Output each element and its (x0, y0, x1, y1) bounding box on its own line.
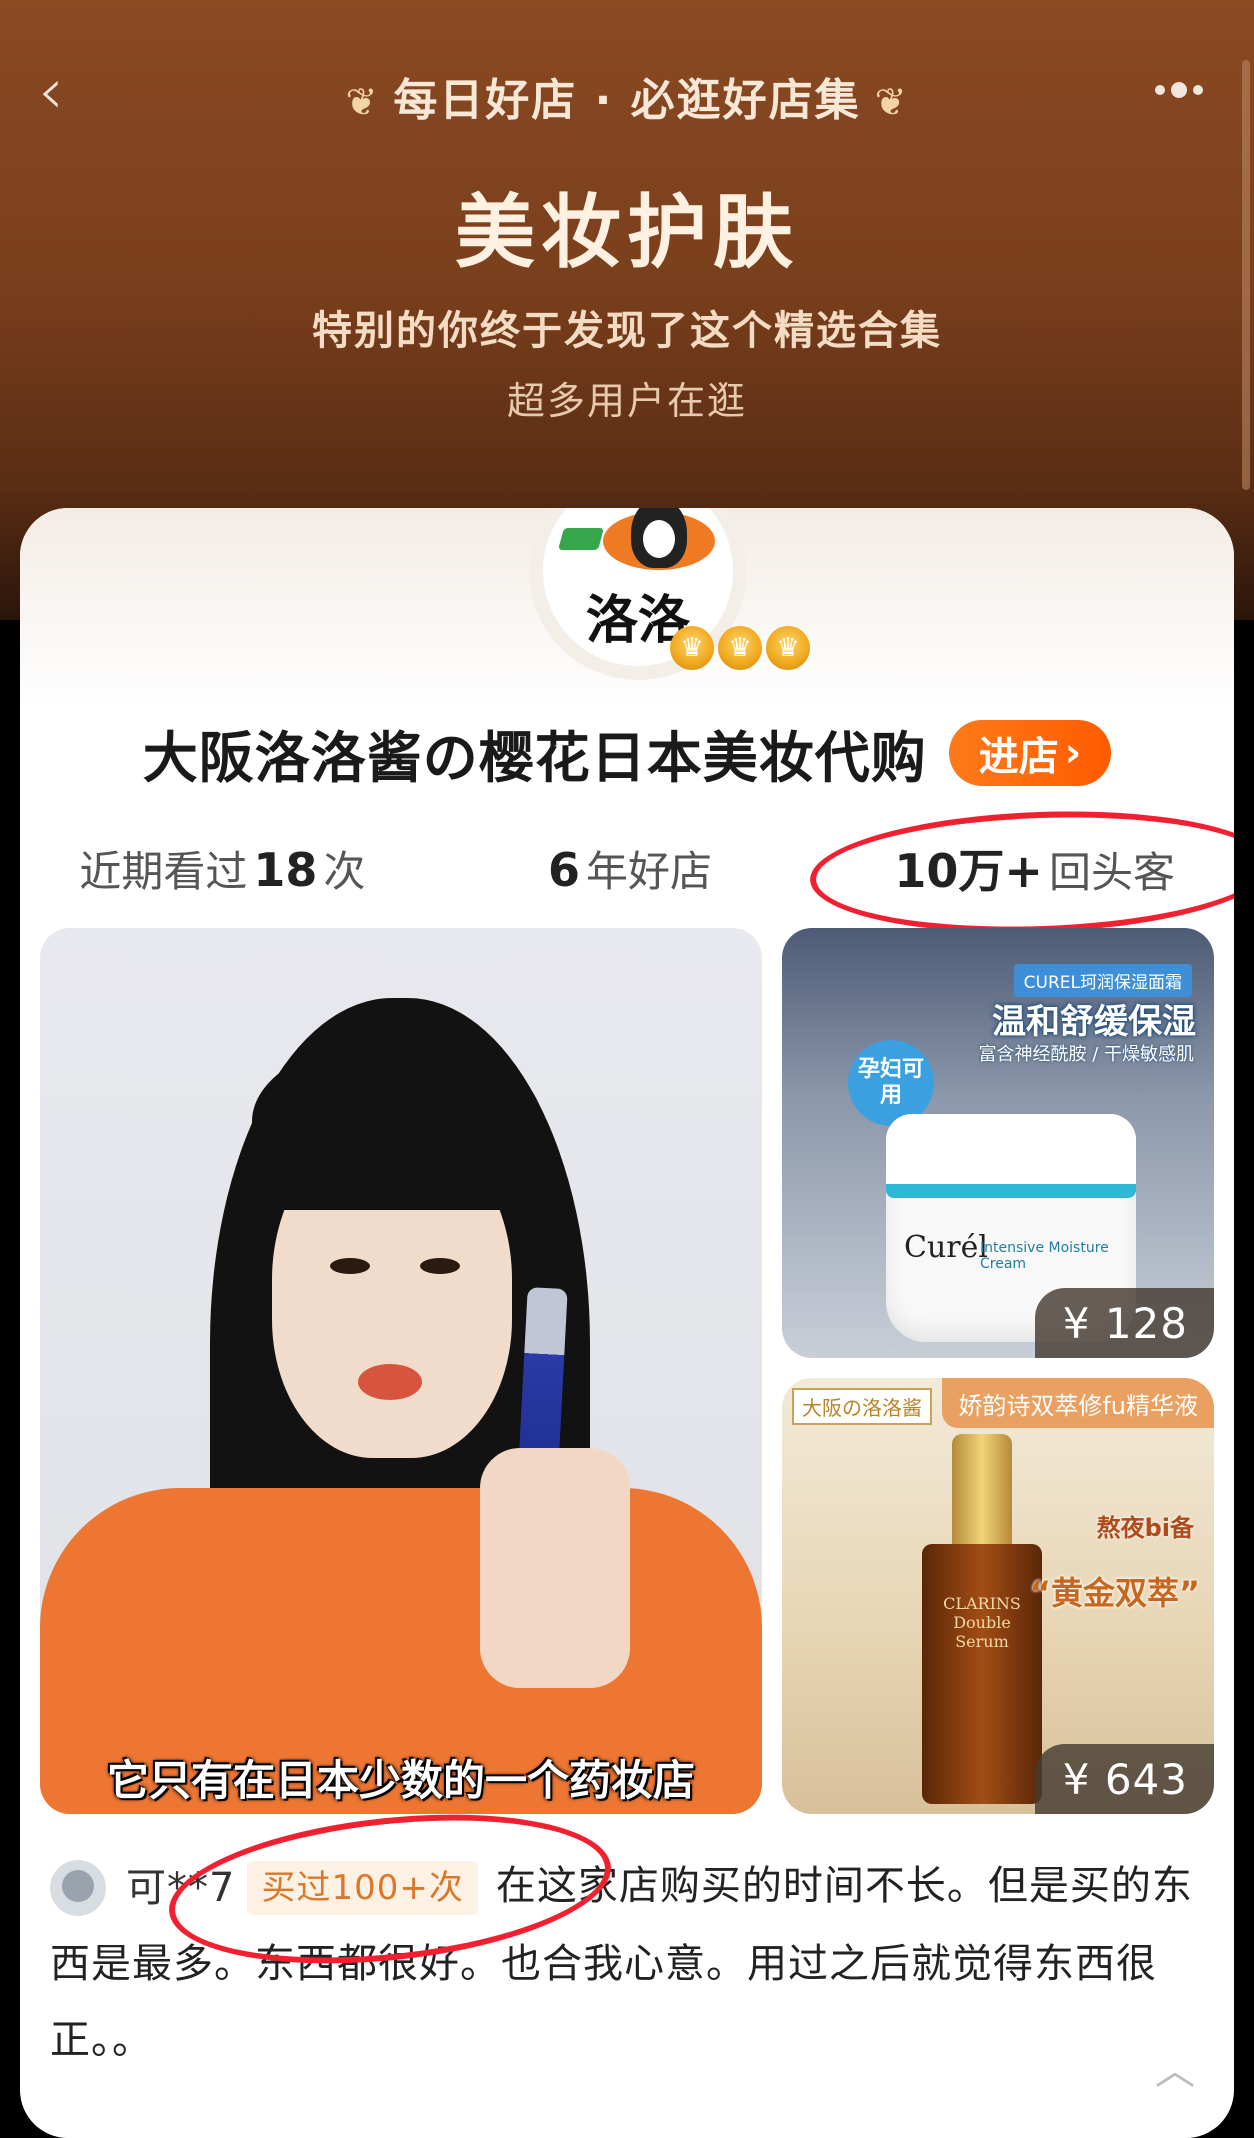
person-hand (480, 1448, 630, 1688)
shop-name-row: 大阪洛洛酱の樱花日本美妆代购 进店 › (20, 708, 1234, 798)
product-card-clarins[interactable]: 大阪の洛洛酱 娇韵诗双萃修fu精华液 CLARINS Double Serum … (782, 1378, 1214, 1814)
person-bangs (252, 1040, 542, 1210)
crown-rating: ♛ ♛ ♛ (670, 626, 810, 670)
visitors-text: 超多用户在逛 (506, 379, 747, 423)
bottle-cap (952, 1434, 1012, 1554)
video-caption: 它只有在日本少数的一个药妆店 (106, 1756, 695, 1805)
chevron-right-icon: › (1064, 730, 1082, 776)
bottle-body (922, 1544, 1042, 1804)
brand-title: ❦ 每日好店 · 必逛好店集 ❦ (345, 75, 909, 126)
product-note: 熬夜bi备 (1096, 1514, 1194, 1542)
serum-bottle-image: CLARINS Double Serum (922, 1434, 1042, 1804)
enter-shop-label: 进店 (978, 734, 1059, 780)
product-price: ¥ 643 (1034, 1744, 1214, 1814)
person-eye (420, 1258, 460, 1274)
jar-text: Intensive Moisture Cream (980, 1240, 1109, 1272)
product-slogan: “黄金双萃” (1029, 1574, 1200, 1612)
logo-girl-icon (631, 508, 687, 568)
wheat-icon: ❦ (874, 80, 909, 124)
jar-lid (886, 1114, 1136, 1198)
shop-watermark: 大阪の洛洛酱 (792, 1388, 932, 1425)
stat-recent-views: 近期看过 18 次 (79, 842, 366, 897)
product-subline: 富含神经酰胺 / 干燥敏感肌 (978, 1044, 1194, 1065)
scrollbar (1242, 60, 1250, 490)
category-title: 美妆护肤 (455, 186, 799, 279)
crown-icon: ♛ (766, 626, 810, 670)
person-lips (358, 1364, 422, 1400)
jar-brand: Curél (904, 1230, 988, 1265)
shop-name[interactable]: 大阪洛洛酱の樱花日本美妆代购 (143, 713, 927, 793)
wheat-icon: ❦ (345, 80, 380, 124)
video-thumbnail[interactable]: 它只有在日本少数的一个药妆店 (40, 928, 762, 1814)
product-card-curel[interactable]: CUREL珂润保湿面霜 温和舒缓保湿 富含神经酰胺 / 干燥敏感肌 孕妇可用 C… (782, 928, 1214, 1358)
chevron-up-icon[interactable]: ︿ (1150, 2038, 1200, 2094)
more-dots-icon[interactable] (1144, 70, 1214, 110)
product-headline: 温和舒缓保湿 (992, 1002, 1196, 1042)
enter-shop-button[interactable]: 进店 › (948, 720, 1112, 786)
bottle-brand: CLARINS Double Serum (943, 1594, 1021, 1651)
avatar (50, 1860, 106, 1916)
product-price: ¥ 128 (1034, 1288, 1214, 1358)
collection-subtitle: 特别的你终于发现了这个精选合集 (312, 308, 942, 354)
shop-card[interactable]: 洛洛 ♛ ♛ ♛ 大阪洛洛酱の樱花日本美妆代购 进店 › 近期看过 18 次 6 年好… (20, 508, 1234, 2138)
crown-icon: ♛ (718, 626, 762, 670)
person-eye (330, 1258, 370, 1274)
logo-leaf-shape (558, 528, 604, 550)
product-tag: CUREL珂润保湿面霜 (1013, 964, 1192, 997)
crown-icon: ♛ (670, 626, 714, 670)
stat-shop-years: 6 年好店 (547, 842, 713, 897)
product-banner: 娇韵诗双萃修fu精华液 (942, 1378, 1214, 1428)
